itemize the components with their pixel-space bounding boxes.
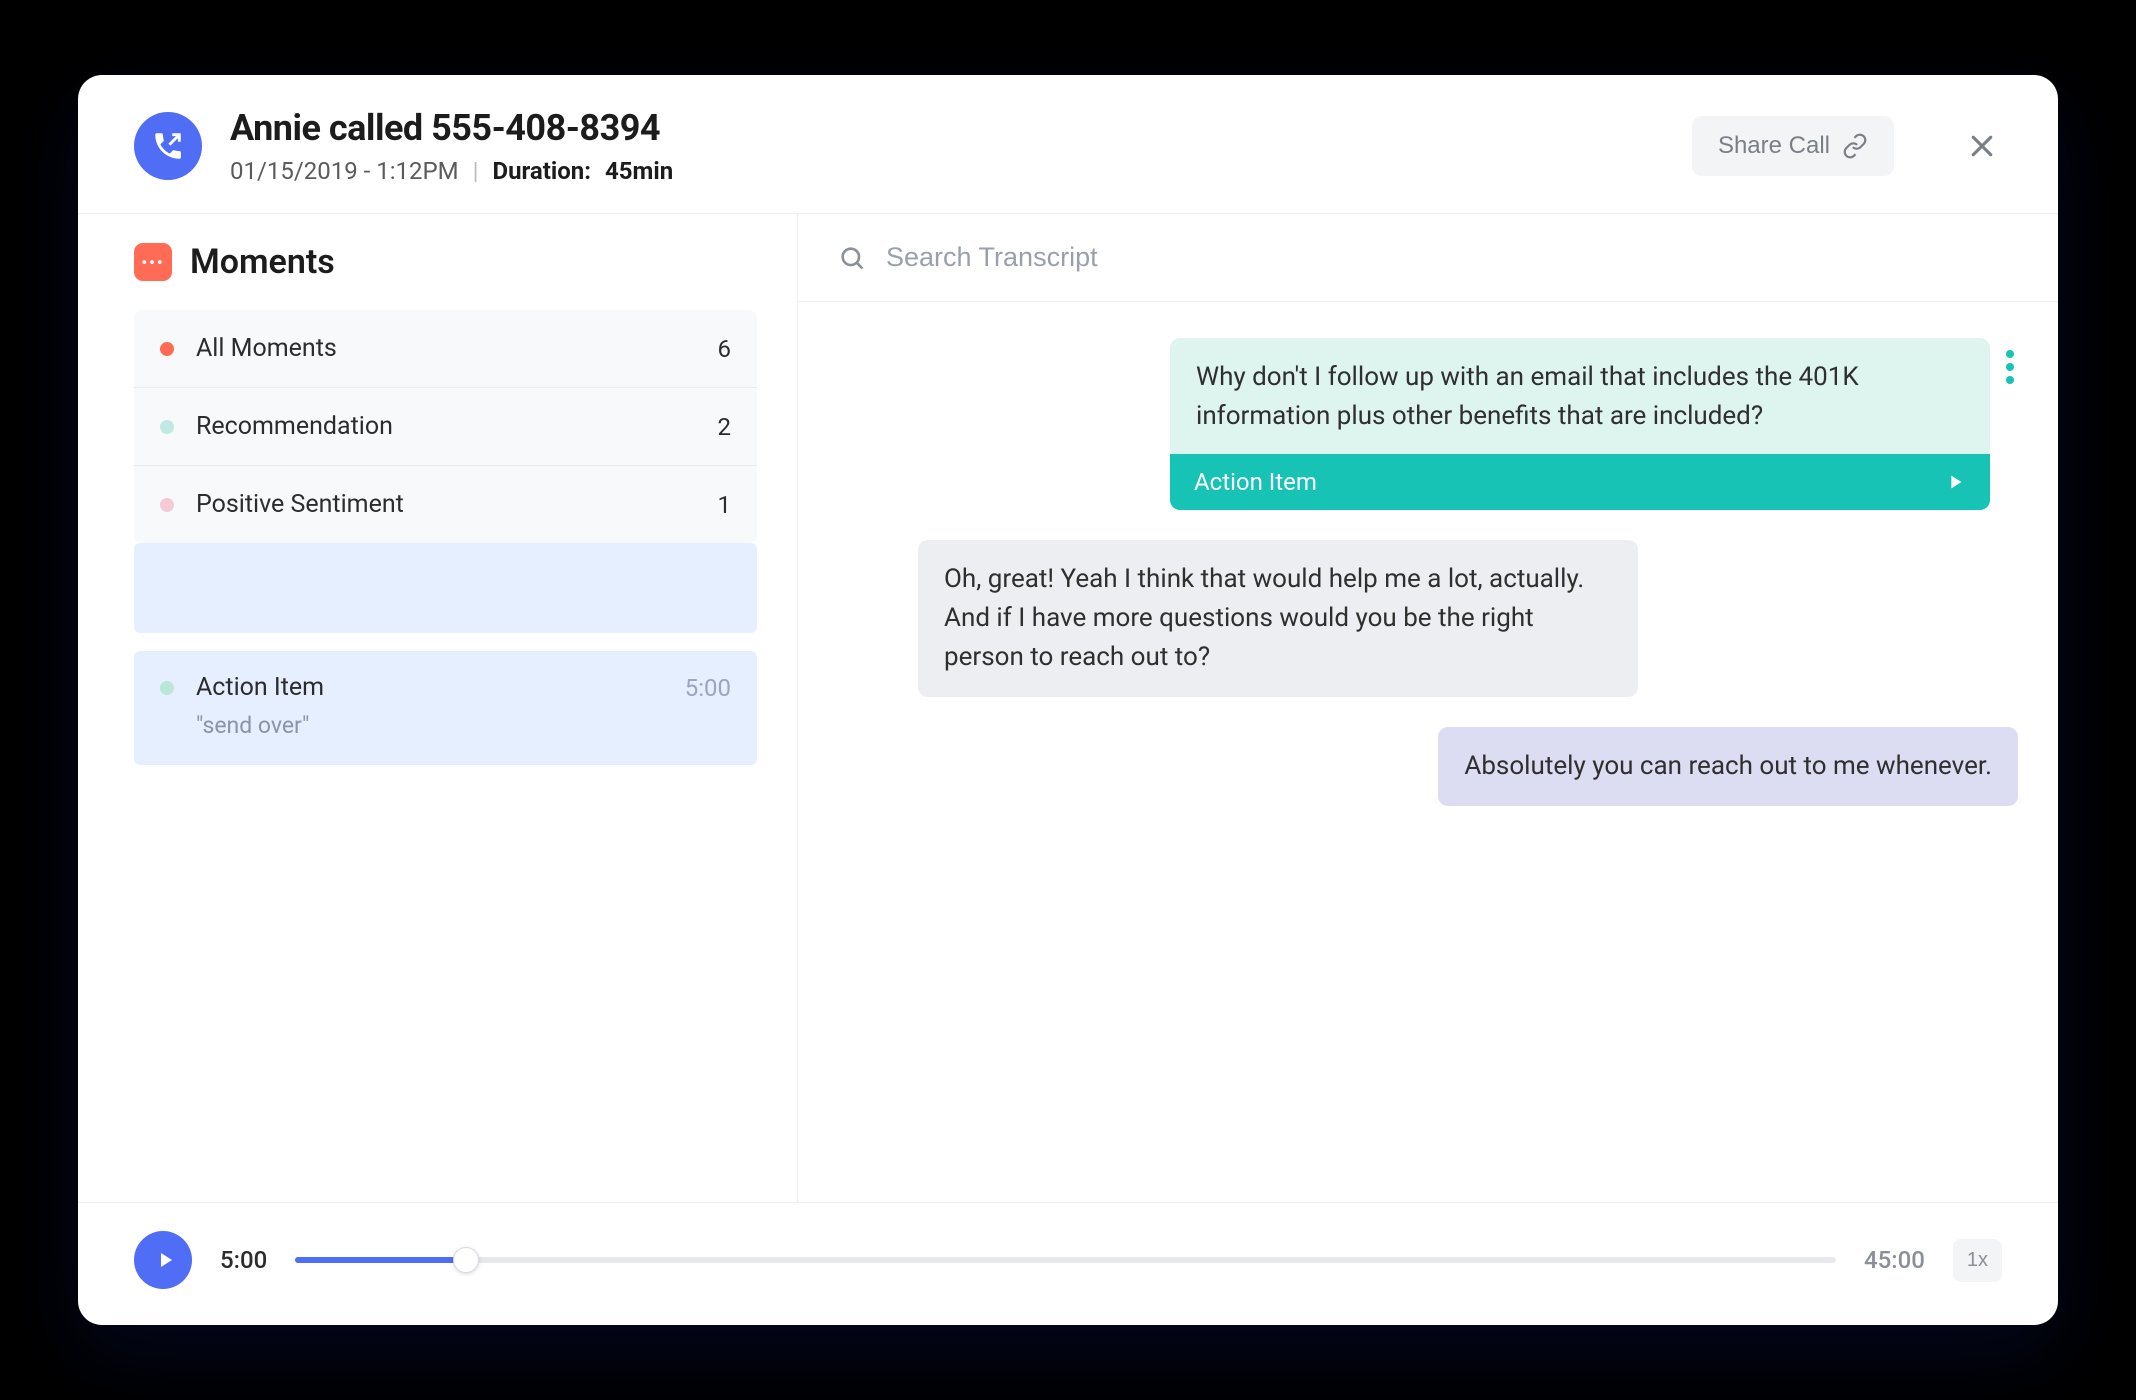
call-datetime: 01/15/2019 - 1:12PM <box>230 157 459 185</box>
moments-sidebar: ••• Moments All Moments 6 Recommendation… <box>78 214 798 1202</box>
transcript-message-customer[interactable]: Oh, great! Yeah I think that would help … <box>838 540 2018 697</box>
link-icon <box>1842 133 1868 159</box>
filter-count: 6 <box>718 335 732 363</box>
message-menu-button[interactable] <box>2002 346 2018 388</box>
play-button[interactable] <box>134 1231 192 1289</box>
filter-count: 2 <box>718 413 732 441</box>
transcript-panel: Why don't I follow up with an email that… <box>798 214 2058 1202</box>
playback-speed-button[interactable]: 1x <box>1953 1239 2002 1282</box>
moments-filter-list: All Moments 6 Recommendation 2 Positive … <box>134 310 757 543</box>
duration-label: Duration: <box>492 157 591 185</box>
filter-positive-sentiment[interactable]: Positive Sentiment 1 <box>134 466 757 543</box>
filter-recommendation[interactable]: Recommendation 2 <box>134 388 757 466</box>
moment-label: Action Item <box>196 673 685 702</box>
moments-title: Moments <box>190 242 335 282</box>
kebab-dot-icon <box>2006 350 2014 358</box>
dot-icon <box>160 342 174 356</box>
seek-knob[interactable] <box>453 1247 479 1273</box>
share-call-label: Share Call <box>1718 132 1830 160</box>
moment-action-item[interactable]: Action Item 5:00 "send over" <box>134 651 757 765</box>
moments-icon: ••• <box>134 243 172 281</box>
search-row <box>798 214 2058 302</box>
filter-label: All Moments <box>196 334 718 363</box>
play-icon <box>153 1248 177 1272</box>
action-item-tag-label: Action Item <box>1194 468 1317 496</box>
seek-track[interactable] <box>295 1257 1836 1263</box>
message-text: Oh, great! Yeah I think that would help … <box>918 540 1638 697</box>
dot-icon <box>160 420 174 434</box>
current-time: 5:00 <box>220 1246 267 1274</box>
total-time: 45:00 <box>1864 1246 1925 1274</box>
message-text: Why don't I follow up with an email that… <box>1170 338 1990 454</box>
message-text: Absolutely you can reach out to me whene… <box>1438 727 2018 806</box>
moment-snippet: "send over" <box>196 712 731 739</box>
audio-player: 5:00 45:00 1x <box>78 1202 2058 1325</box>
kebab-dot-icon <box>2006 376 2014 384</box>
search-input[interactable] <box>886 242 2018 273</box>
dot-icon <box>160 681 174 695</box>
dot-icon <box>160 498 174 512</box>
page-title: Annie called 555-408-8394 <box>230 107 1664 149</box>
filter-label: Positive Sentiment <box>196 490 718 519</box>
search-icon <box>838 244 866 272</box>
filter-count: 1 <box>718 491 732 519</box>
filter-label: Recommendation <box>196 412 718 441</box>
close-button[interactable] <box>1962 126 2002 166</box>
meta-separator: | <box>473 157 479 185</box>
moment-timestamp: 5:00 <box>685 674 731 702</box>
play-icon <box>1944 471 1966 493</box>
kebab-dot-icon <box>2006 363 2014 371</box>
transcript-message-agent[interactable]: Absolutely you can reach out to me whene… <box>838 727 2018 806</box>
seek-fill <box>295 1257 466 1263</box>
share-call-button[interactable]: Share Call <box>1692 116 1894 176</box>
filter-all-moments[interactable]: All Moments 6 <box>134 310 757 388</box>
call-direction-icon <box>134 112 202 180</box>
moment-slot-empty <box>134 543 757 633</box>
close-icon <box>1967 131 1997 161</box>
duration-value: 45min <box>605 157 673 185</box>
action-item-tag[interactable]: Action Item <box>1170 454 1990 510</box>
call-detail-card: Annie called 555-408-8394 01/15/2019 - 1… <box>78 75 2058 1325</box>
transcript-message-agent[interactable]: Why don't I follow up with an email that… <box>1170 338 1990 510</box>
header: Annie called 555-408-8394 01/15/2019 - 1… <box>78 75 2058 214</box>
